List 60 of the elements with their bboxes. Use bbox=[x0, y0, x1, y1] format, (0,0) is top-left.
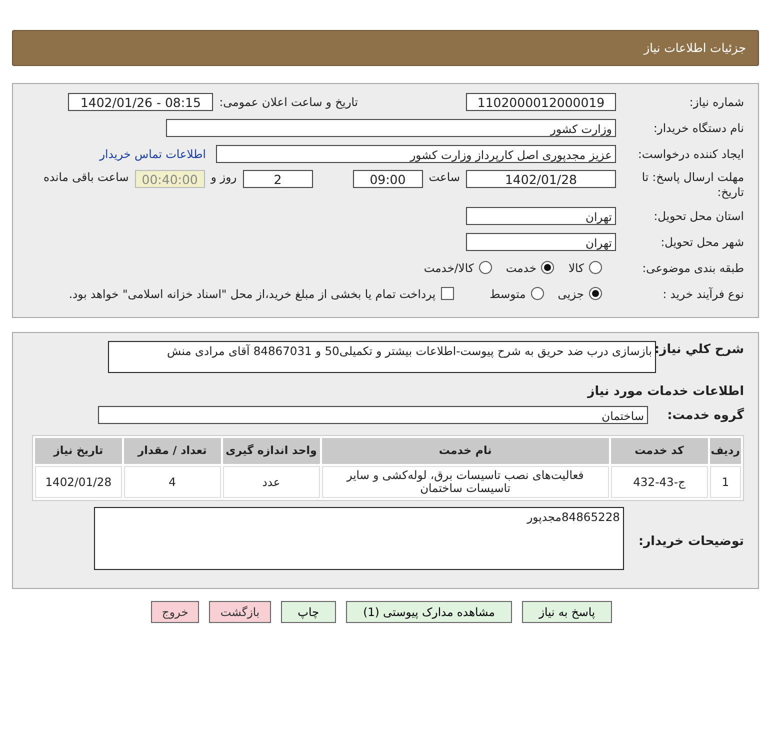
action-button[interactable]: چاپ bbox=[280, 600, 336, 623]
action-button[interactable]: مشاهده مدارک پیوستی (1) bbox=[346, 600, 512, 623]
requester-field: عزیز مجدپوری اصل کارپرداز وزارت کشور bbox=[216, 145, 616, 163]
field-label: استان محل تحویل: bbox=[652, 208, 744, 223]
province-field: تهران bbox=[466, 206, 616, 225]
radio-button[interactable] bbox=[530, 287, 544, 300]
days-field: 2 bbox=[242, 170, 313, 188]
table-cell: ج-43-432 bbox=[610, 466, 708, 498]
radio-label: کالا/خدمت bbox=[424, 260, 474, 275]
field-label: تاریخ و ساعت اعلان عمومی: bbox=[219, 95, 358, 109]
field-label: شرح کلي نياز: bbox=[654, 340, 744, 356]
column-header: تعداد / مقدار bbox=[124, 438, 221, 464]
days-label: روز و bbox=[210, 170, 237, 184]
checkbox[interactable] bbox=[440, 287, 454, 300]
field-label: گروه خدمت: bbox=[666, 407, 744, 422]
table-cell: 1402/01/28 bbox=[35, 466, 122, 498]
action-button[interactable]: پاسخ به نیاز bbox=[522, 600, 612, 623]
field-label: مهلت ارسال پاسخ: تا تاریخ: bbox=[640, 170, 744, 200]
table-cell: عدد bbox=[222, 466, 320, 498]
table-cell: 4 bbox=[124, 466, 221, 498]
buyer-notes-field: 84865228مجدپور bbox=[94, 506, 624, 570]
section-title: اطلاعات خدمات مورد نیاز bbox=[588, 383, 744, 398]
column-header: ردیف bbox=[710, 438, 741, 464]
deadline-time-field: 09:00 bbox=[352, 170, 423, 188]
description-field: بازسازی درب ضد حریق به شرح پیوست-اطلاعات بیشتر و تکمیلی50 و 84867031 آقای مرادی منش bbox=[108, 340, 656, 373]
deadline-date-field: 1402/01/28 bbox=[466, 170, 616, 188]
table-cell: 1 bbox=[710, 466, 741, 498]
field-label: نام دستگاه خریدار: bbox=[652, 121, 744, 135]
radio-button[interactable] bbox=[541, 261, 554, 274]
radio-label: متوسط bbox=[490, 286, 526, 301]
column-header: واحد اندازه گیری bbox=[222, 438, 320, 464]
contact-link[interactable]: اطلاعات تماس خریدار bbox=[99, 147, 206, 161]
action-button[interactable]: بازگشت bbox=[209, 600, 271, 623]
service-group-field: ساختمان bbox=[98, 406, 648, 424]
field-label: شهر محل تحویل: bbox=[660, 234, 744, 249]
announce-date-field: 1402/01/26 - 08:15 bbox=[68, 93, 214, 111]
action-button[interactable]: خروج bbox=[150, 600, 200, 623]
field-label: توضیحات خریدار: bbox=[637, 532, 744, 548]
column-header: تاریخ نیاز bbox=[35, 438, 122, 464]
radio-label: خدمت bbox=[506, 260, 536, 275]
buyer-field: وزارت کشور bbox=[166, 119, 616, 137]
field-label: نوع فرآیند خرید : bbox=[662, 286, 744, 301]
table-cell: فعالیت‌های نصب تاسیسات برق، لوله‌کشی و سایر تاسیسات ساختمان bbox=[322, 466, 609, 498]
radio-button[interactable] bbox=[589, 261, 602, 274]
city-field: تهران bbox=[466, 232, 616, 251]
field-label: طبقه بندی موضوعی: bbox=[641, 260, 744, 275]
page-title: جزئیات اطلاعات نیاز bbox=[644, 41, 746, 55]
column-header: نام خدمت bbox=[322, 438, 609, 464]
radio-button[interactable] bbox=[478, 261, 492, 274]
checkbox-label: پرداخت تمام یا بخشی از مبلغ خرید،از محل "اسناد خزانه اسلامی" خواهد بود. bbox=[68, 286, 436, 301]
field-label: ایجاد کننده درخواست: bbox=[637, 147, 744, 161]
field-label: شماره نیاز: bbox=[688, 95, 744, 109]
radio-label: جزیی bbox=[558, 286, 584, 301]
radio-button[interactable] bbox=[589, 287, 602, 300]
need-number-field: 1102000012000019 bbox=[466, 93, 616, 111]
remaining-time-field: 00:40:00 bbox=[134, 170, 205, 188]
time-label: ساعت bbox=[428, 170, 460, 184]
column-header: کد خدمت bbox=[610, 438, 708, 464]
radio-label: کالا bbox=[568, 260, 584, 275]
remaining-label: ساعت باقی مانده bbox=[44, 170, 129, 184]
